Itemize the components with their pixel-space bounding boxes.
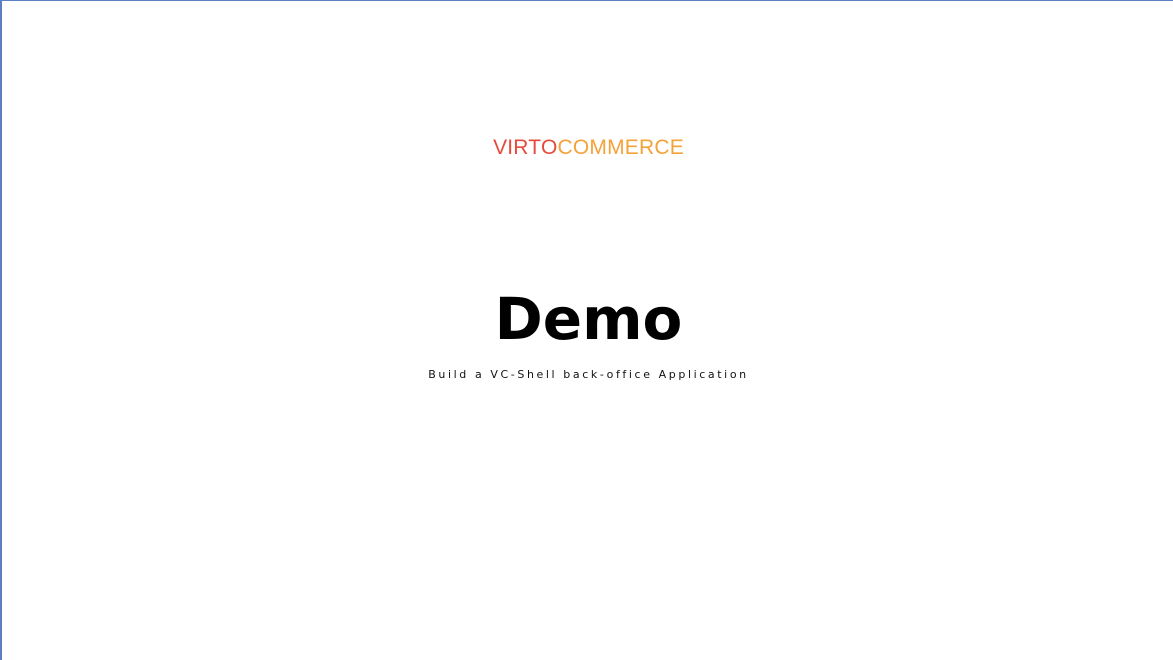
slide-subtitle: Build a VC-Shell back-office Application <box>428 368 749 381</box>
slide-title: Demo <box>494 285 683 353</box>
presentation-slide: VIRTOCOMMERCE Demo Build a VC-Shell back… <box>0 0 1173 660</box>
logo-text-commerce: COMMERCE <box>557 136 684 159</box>
logo-text-virto: VIRTO <box>493 136 558 159</box>
virtocommerce-logo: VIRTOCOMMERCE <box>2 135 1173 161</box>
